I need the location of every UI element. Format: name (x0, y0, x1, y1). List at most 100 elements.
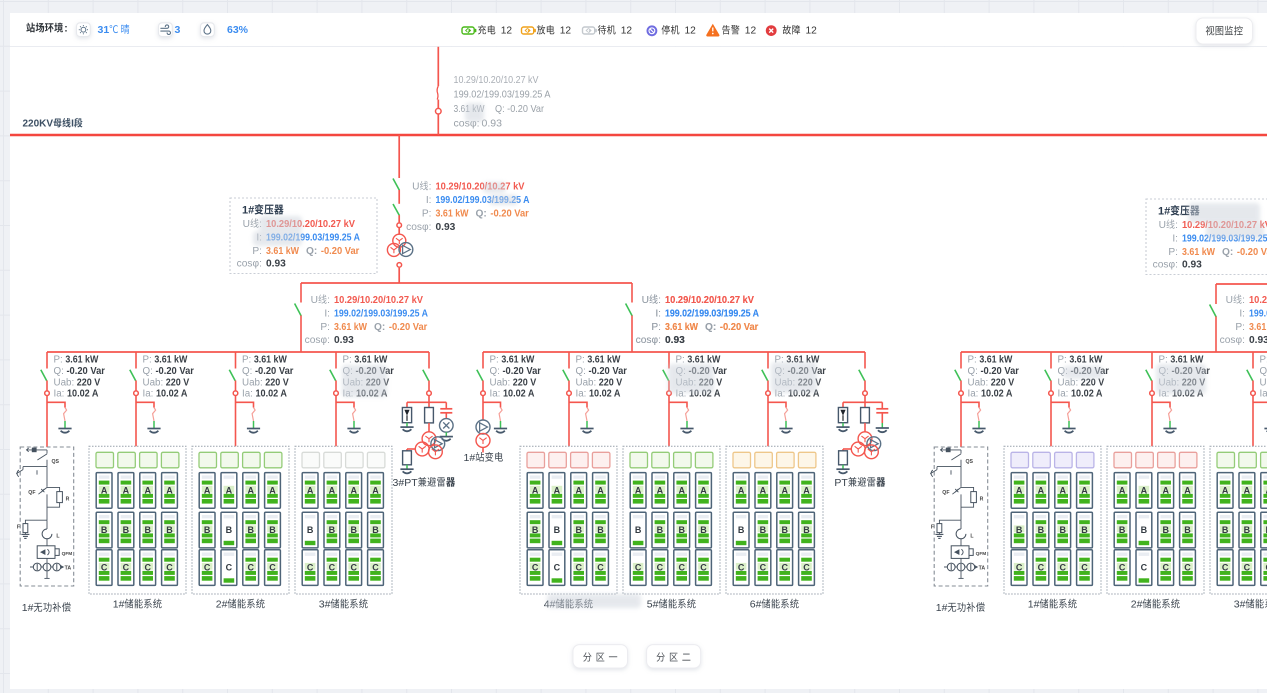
svg-text:3#PT: 3#PT (393, 477, 419, 489)
svg-text:QF: QF (28, 490, 35, 496)
svg-text:P:: P: (676, 355, 685, 366)
svg-text:B: B (166, 525, 173, 535)
svg-text:B: B (1081, 525, 1088, 535)
svg-text:-0.20 Var: -0.20 Var (255, 366, 294, 377)
svg-text:P:: P: (422, 209, 432, 220)
svg-text:I:: I: (426, 195, 432, 206)
svg-text:B: B (554, 525, 561, 535)
svg-text:0.93: 0.93 (436, 222, 456, 233)
svg-text:A: A (1038, 486, 1045, 496)
svg-text:0.93: 0.93 (1249, 335, 1267, 346)
svg-text:C: C (329, 563, 336, 573)
svg-text:1#: 1# (463, 452, 475, 464)
svg-text:B: B (597, 525, 604, 535)
svg-text:10.29/10.20/10.27 kV: 10.29/10.20/10.27 kV (1249, 295, 1267, 306)
svg-text:B: B (350, 525, 357, 535)
svg-text::: : (1175, 220, 1178, 231)
svg-text:B: B (760, 525, 767, 535)
svg-text:QFM: QFM (976, 551, 987, 557)
svg-text:Ia:: Ia: (576, 389, 587, 400)
svg-text:B: B (329, 525, 336, 535)
svg-text:B: B (307, 525, 314, 535)
svg-text:3.61 kW: 3.61 kW (65, 355, 99, 366)
svg-text::: : (429, 182, 432, 193)
svg-text:P:: P: (490, 355, 499, 366)
svg-text:3.61 kW: 3.61 kW (1182, 247, 1215, 258)
svg-text:Q:: Q: (576, 366, 586, 377)
svg-text:A: A (700, 486, 707, 496)
svg-text:-0.20 Var: -0.20 Var (1237, 247, 1267, 258)
svg-text:U: U (1159, 220, 1166, 231)
svg-text:199.02/199.03/199.25 A: 199.02/199.03/199.25 A (665, 309, 760, 320)
svg-text:-0.20 Var: -0.20 Var (588, 366, 627, 377)
svg-text:PT: PT (834, 477, 848, 489)
svg-text:C: C (1016, 563, 1023, 573)
svg-text:B: B (269, 525, 276, 535)
svg-text:TA: TA (65, 565, 72, 571)
svg-text:A: A (123, 486, 130, 496)
svg-text:I: I (71, 119, 74, 130)
svg-text:C: C (635, 563, 642, 573)
svg-text:C: C (1244, 563, 1251, 573)
svg-text:12: 12 (621, 26, 633, 37)
svg-text:C: C (738, 563, 745, 573)
svg-text:P:: P: (1168, 247, 1178, 258)
svg-text::: : (327, 295, 330, 306)
svg-text:C: C (1081, 563, 1088, 573)
svg-text:-0.20 Var: -0.20 Var (389, 322, 428, 333)
svg-text:P:: P: (576, 355, 585, 366)
svg-text:TA: TA (979, 565, 986, 571)
svg-text:1#: 1# (242, 205, 254, 217)
svg-text:10.29/10.20/10.27 kV: 10.29/10.20/10.27 kV (665, 295, 754, 306)
svg-text:B: B (575, 525, 582, 535)
svg-text:0.93: 0.93 (665, 335, 685, 346)
svg-text:Q:: Q: (476, 209, 487, 220)
svg-text:P:: P: (968, 355, 977, 366)
svg-text:C: C (307, 563, 314, 573)
svg-text:10.02 A: 10.02 A (255, 389, 287, 400)
svg-text:A: A (635, 486, 642, 496)
svg-text:10.29/10.20/10.27 kV: 10.29/10.20/10.27 kV (334, 295, 423, 306)
svg-text:B: B (738, 525, 745, 535)
svg-text:P:: P: (252, 246, 262, 257)
svg-text:10.02 A: 10.02 A (67, 389, 99, 400)
svg-text:3.61 kW: 3.61 kW (501, 355, 535, 366)
svg-text:Uab:: Uab: (576, 377, 597, 388)
svg-text:A: A (554, 486, 561, 496)
svg-text:Q:: Q: (1260, 366, 1267, 377)
svg-text:B: B (532, 525, 539, 535)
svg-text:B: B (1222, 525, 1229, 535)
svg-text:A: A (1081, 486, 1088, 496)
svg-text:C: C (781, 563, 788, 573)
svg-text:Ia:: Ia: (143, 389, 154, 400)
svg-text:-0.20 Var: -0.20 Var (155, 366, 194, 377)
svg-text:10.02 A: 10.02 A (981, 389, 1013, 400)
svg-text:3#: 3# (1234, 599, 1246, 611)
svg-text:B: B (1016, 525, 1023, 535)
svg-text:A: A (678, 486, 685, 496)
svg-text:220 V: 220 V (991, 377, 1015, 388)
svg-text:C: C (123, 563, 130, 573)
svg-text:C: C (247, 563, 254, 573)
svg-text:A: A (350, 486, 357, 496)
svg-text:C: C (803, 563, 810, 573)
svg-text:A: A (1162, 486, 1169, 496)
svg-text:0.93: 0.93 (334, 335, 354, 346)
svg-text:Q:: Q: (1222, 247, 1233, 258)
svg-text:C: C (1119, 563, 1126, 573)
svg-text:A: A (204, 486, 211, 496)
svg-text:A: A (247, 486, 254, 496)
svg-text:U: U (243, 219, 250, 230)
svg-text:A: A (226, 486, 233, 496)
svg-text:C: C (1038, 563, 1045, 573)
svg-text:A: A (144, 486, 151, 496)
svg-text:1#: 1# (1028, 599, 1040, 611)
svg-text:A: A (1141, 486, 1148, 496)
svg-text:1#: 1# (1158, 206, 1170, 218)
svg-text:I:: I: (324, 309, 330, 320)
svg-text:12: 12 (685, 26, 697, 37)
svg-text:3: 3 (175, 24, 181, 36)
svg-text:3.61 kW: 3.61 kW (266, 246, 299, 257)
svg-text:C: C (700, 563, 707, 573)
svg-text:B: B (1162, 525, 1169, 535)
